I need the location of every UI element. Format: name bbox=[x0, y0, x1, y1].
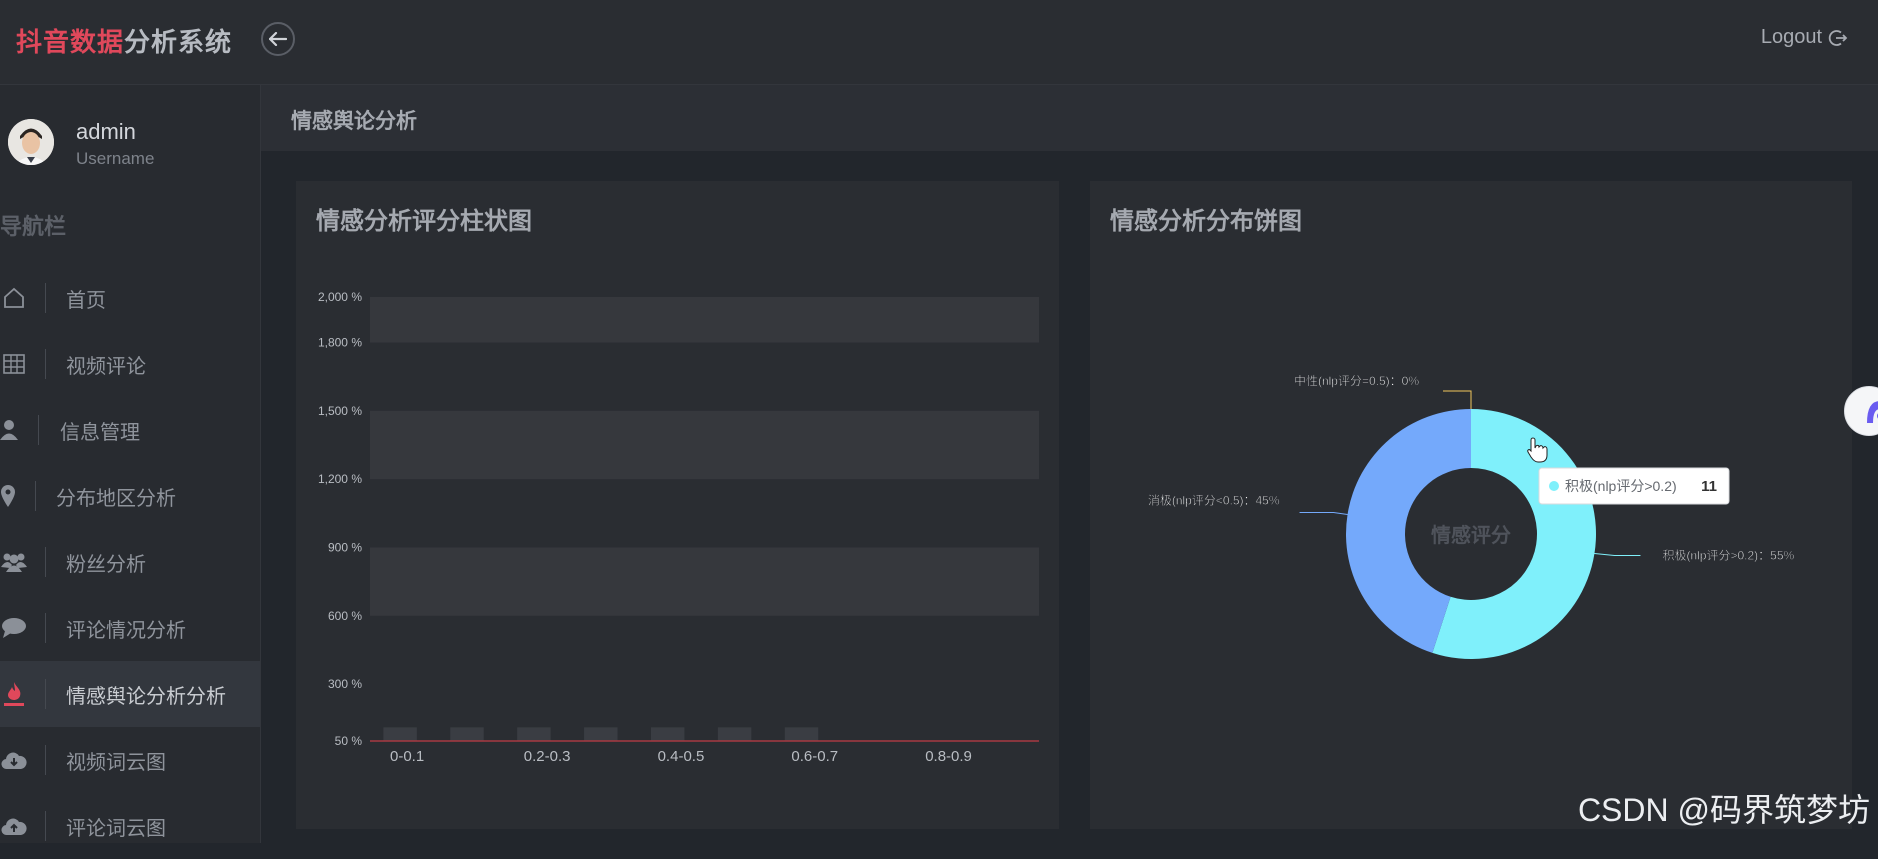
nav-item-region-analysis[interactable]: 分布地区分析 bbox=[0, 463, 260, 529]
nav-item-fans-analysis[interactable]: 粉丝分析 bbox=[0, 529, 260, 595]
nav-item-video-comments[interactable]: 视频评论 bbox=[0, 331, 260, 397]
home-icon bbox=[0, 284, 28, 312]
nav-list: 首页 视频评论 信息管理 分布地区分析 粉丝分析 评论情况分析 情感舆论分析分析… bbox=[0, 265, 260, 859]
page-header: 情感舆论分析 bbox=[261, 85, 1878, 151]
nav-item-label: 视频词云图 bbox=[66, 751, 166, 774]
pie-chart: 积极(nlp评分>0.2)：55% 中性(nlp评分=0.5)：0% 消极(nlp评… bbox=[1148, 373, 1795, 659]
y-tick-label: 2,000 % bbox=[318, 290, 362, 304]
y-tick-label: 50 % bbox=[335, 734, 363, 748]
nav-item-label: 视频评论 bbox=[66, 355, 146, 378]
nav-item-label: 首页 bbox=[66, 289, 106, 312]
user-icon bbox=[0, 416, 18, 444]
pie-leader-line bbox=[1594, 553, 1641, 557]
pie-label: 中性(nlp评分=0.5)：0% bbox=[1294, 373, 1419, 388]
x-tick-label: 0-0.1 bbox=[390, 748, 424, 765]
bar-band-row bbox=[370, 297, 1039, 343]
avatar[interactable] bbox=[8, 119, 54, 165]
y-tick-label: 1,800 % bbox=[318, 336, 362, 350]
y-tick-label: 600 % bbox=[328, 609, 362, 623]
nav-item-label: 评论词云图 bbox=[66, 817, 166, 840]
pie-center-label: 情感评分 bbox=[1431, 523, 1511, 547]
y-tick-label: 300 % bbox=[328, 677, 362, 691]
username: admin bbox=[76, 119, 136, 144]
pie-label: 积极(nlp评分>0.2)：55% bbox=[1662, 549, 1794, 563]
pie-leader-line bbox=[1299, 511, 1348, 515]
tooltip-value: 11 bbox=[1701, 478, 1717, 495]
logout-label: Logout bbox=[1760, 26, 1822, 48]
users-icon bbox=[0, 548, 28, 576]
cloud-upload-icon bbox=[0, 812, 28, 840]
nav-item-label: 分布地区分析 bbox=[56, 487, 176, 510]
x-tick-label: 0.6-0.7 bbox=[791, 748, 838, 765]
pie-leader-line bbox=[1443, 390, 1472, 409]
secondary-bar bbox=[784, 727, 819, 741]
assistant-icon bbox=[1867, 401, 1878, 423]
secondary-bar bbox=[383, 727, 417, 741]
app-brand: 抖音数据分析系统 bbox=[16, 22, 232, 59]
bar-chart-panel: 情感分析评分柱状图 50 % 300 % 600 % 900 % 1,200 % 1,50… bbox=[296, 181, 1059, 829]
x-tick-label: 0.4-0.5 bbox=[658, 748, 705, 765]
pie-chart-panel: 情感分析分布饼图 积极(nlp评分>0.2)：55% 中性(nlp评分=0.5)：… bbox=[1090, 181, 1852, 829]
secondary-bar bbox=[717, 727, 752, 741]
logout-icon bbox=[1828, 29, 1848, 46]
secondary-bar bbox=[650, 727, 685, 741]
arrow-left-icon bbox=[269, 32, 287, 46]
nav-item-info-management[interactable]: 信息管理 bbox=[0, 397, 260, 463]
nav-item-label: 评论情况分析 bbox=[66, 619, 186, 642]
y-tick-label: 900 % bbox=[328, 540, 362, 554]
pie-label: 消极(nlp评分<0.5)：45% bbox=[1148, 493, 1280, 507]
nav-title: 导航栏 bbox=[0, 214, 67, 239]
nav-item-sentiment-analysis[interactable]: 情感舆论分析分析 bbox=[0, 661, 260, 727]
nav-item-label: 粉丝分析 bbox=[66, 553, 146, 576]
nav-item-label: 信息管理 bbox=[60, 421, 140, 444]
tooltip-marker bbox=[1549, 481, 1559, 491]
user-role: Username bbox=[76, 149, 155, 168]
y-tick-label: 1,500 % bbox=[318, 404, 362, 418]
nav-item-video-wordcloud[interactable]: 视频词云图 bbox=[0, 727, 260, 793]
top-bar: 抖音数据分析系统 Logout bbox=[0, 0, 1878, 85]
x-tick-label: 0.2-0.3 bbox=[524, 748, 571, 765]
map-pin-icon bbox=[0, 482, 16, 510]
bar-chart: 50 % 300 % 600 % 900 % 1,200 % 1,500 % 1,800 %… bbox=[318, 290, 1039, 765]
nav-item-label: 情感舆论分析分析 bbox=[66, 685, 226, 708]
nav-item-comment-wordcloud[interactable]: 评论词云图 bbox=[0, 793, 260, 859]
comment-icon bbox=[0, 614, 28, 642]
brand-rest: 分析系统 bbox=[124, 27, 233, 57]
nav-item-comment-analysis[interactable]: 评论情况分析 bbox=[0, 595, 260, 661]
bar-band-row bbox=[370, 410, 1039, 480]
logout-button[interactable]: Logout bbox=[1761, 26, 1848, 49]
x-tick-label: 0.8-0.9 bbox=[925, 748, 972, 765]
watermark: CSDN @码界筑梦坊 bbox=[1577, 792, 1870, 828]
y-tick-label: 1,200 % bbox=[318, 472, 362, 486]
secondary-bar bbox=[450, 727, 484, 741]
sidebar: admin Username 导航栏 首页 视频评论 信息管理 分布地区分析 粉… bbox=[0, 85, 261, 843]
page-title: 情感舆论分析 bbox=[291, 110, 417, 133]
nav-item-home[interactable]: 首页 bbox=[0, 265, 260, 331]
bar-band-row bbox=[370, 547, 1039, 616]
brand-highlight: 抖音数据 bbox=[16, 27, 125, 57]
collapse-sidebar-button[interactable] bbox=[261, 22, 295, 56]
tooltip-name: 积极(nlp评分>0.2) bbox=[1565, 478, 1677, 494]
cloud-download-icon bbox=[0, 746, 28, 774]
fire-icon bbox=[0, 680, 28, 708]
grid-icon bbox=[0, 350, 28, 378]
secondary-bar bbox=[584, 727, 618, 741]
secondary-bar bbox=[517, 727, 551, 741]
